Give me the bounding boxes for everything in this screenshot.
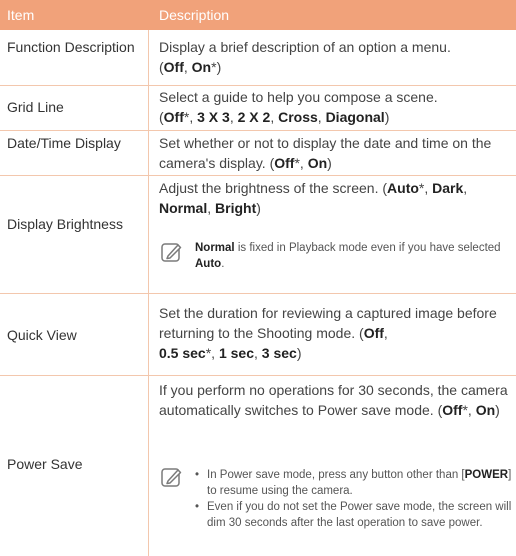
header-item: Item: [7, 7, 35, 23]
item-label: Function Description: [7, 39, 135, 55]
table-row: Display Brightness Adjust the brightness…: [0, 176, 516, 294]
note-pencil-icon: [161, 468, 182, 487]
table-row: Power Save If you perform no operations …: [0, 376, 516, 556]
table-row: Function Description Display a brief des…: [0, 30, 516, 86]
item-label: Grid Line: [7, 99, 64, 115]
item-description: Display a brief description of an option…: [159, 39, 451, 75]
note-text: In Power save mode, press any button oth…: [195, 467, 515, 531]
item-description: Set whether or not to display the date a…: [159, 135, 492, 171]
item-description: If you perform no operations for 30 seco…: [159, 382, 508, 418]
item-description: Select a guide to help you compose a sce…: [159, 89, 438, 125]
bullet-item: In Power save mode, press any button oth…: [195, 467, 515, 499]
note-pencil-icon: [161, 243, 182, 262]
item-label: Power Save: [7, 456, 83, 472]
bullet-item: Even if you do not set the Power save mo…: [195, 499, 515, 531]
header-description: Description: [159, 7, 230, 23]
note-text: Normal is fixed in Playback mode even if…: [195, 242, 501, 270]
item-label: Date/Time Display: [7, 135, 121, 151]
item-label: Quick View: [7, 327, 77, 343]
table-row: Date/Time Display Set whether or not to …: [0, 131, 516, 176]
item-description: Set the duration for reviewing a capture…: [159, 305, 497, 361]
item-label: Display Brightness: [7, 216, 123, 232]
item-description: Adjust the brightness of the screen. (Au…: [159, 180, 468, 216]
table-row: Quick View Set the duration for reviewin…: [0, 294, 516, 376]
table-header: Item Description: [0, 0, 516, 30]
table-row: Grid Line Select a guide to help you com…: [0, 86, 516, 131]
